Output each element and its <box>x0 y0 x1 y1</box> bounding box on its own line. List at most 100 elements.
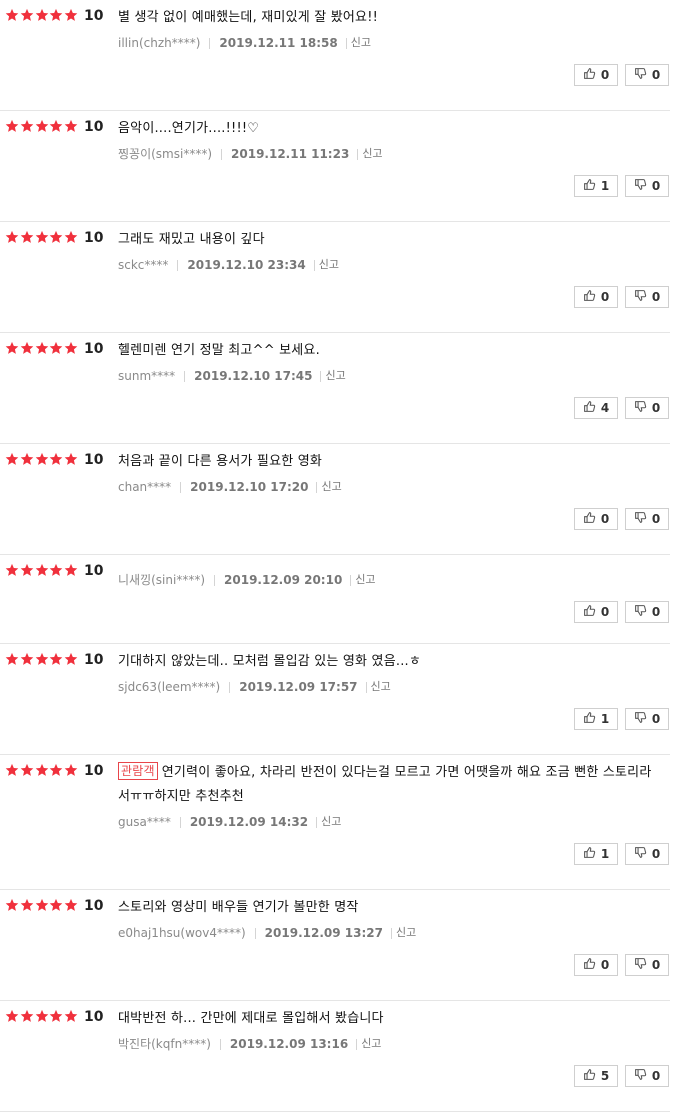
dislike-button[interactable]: 0 <box>625 708 669 730</box>
divider <box>356 1038 358 1050</box>
reviewer-id[interactable]: sjdc63(leem****) <box>118 679 220 695</box>
report-link[interactable]: 신고 <box>325 368 345 384</box>
review-item: 10 별 생각 없이 예매했는데, 재미있게 잘 봤어요!! illin(chzh*… <box>0 0 670 111</box>
star-icon <box>5 898 20 912</box>
star-rating <box>5 1008 79 1024</box>
reviewer-id[interactable]: 니새낑(sini****) <box>118 572 205 588</box>
reviewer-id[interactable]: sckc**** <box>118 257 168 273</box>
report-link[interactable]: 신고 <box>396 925 416 941</box>
star-icon <box>20 119 35 133</box>
star-icon <box>49 230 64 244</box>
dislike-button[interactable]: 0 <box>625 1065 669 1087</box>
report-link[interactable]: 신고 <box>321 479 341 495</box>
report-link[interactable]: 신고 <box>351 35 371 51</box>
like-button[interactable]: 0 <box>574 64 618 86</box>
like-button[interactable]: 1 <box>574 843 618 865</box>
report-link[interactable]: 신고 <box>321 814 341 830</box>
like-button[interactable]: 0 <box>574 508 618 530</box>
star-icon <box>49 763 64 777</box>
like-button[interactable]: 0 <box>574 601 618 623</box>
reviewer-id[interactable]: gusa**** <box>118 814 171 830</box>
thumbs-up-icon <box>583 846 601 862</box>
reviewer-id[interactable]: 박진타(kqfn****) <box>118 1036 211 1052</box>
thumbs-down-icon <box>634 400 652 416</box>
review-item: 10 그래도 재밌고 내용이 깊다 sckc**** 2019.12.10 23:34… <box>0 222 670 333</box>
thumbs-up-icon <box>583 957 601 973</box>
reviewer-id[interactable]: 찡꽁이(smsi****) <box>118 146 212 162</box>
dislike-button[interactable]: 0 <box>625 64 669 86</box>
divider <box>254 927 256 939</box>
divider <box>184 370 186 382</box>
star-rating <box>5 7 79 23</box>
review-text: 처음과 끝이 다른 용서가 필요한 영화 <box>118 450 663 474</box>
report-link[interactable]: 신고 <box>361 1036 381 1052</box>
review-body: 스토리와 영상미 배우들 연기가 볼만한 명작 <box>118 900 359 915</box>
report-link[interactable]: 신고 <box>362 146 382 162</box>
review-text: 별 생각 없이 예매했는데, 재미있게 잘 봤어요!! <box>118 6 663 30</box>
dislike-button[interactable]: 0 <box>625 397 669 419</box>
star-icon <box>20 230 35 244</box>
star-icon <box>5 652 20 666</box>
vote-buttons: 40 <box>574 397 671 419</box>
like-count: 1 <box>600 179 610 193</box>
thumbs-down-icon <box>634 178 652 194</box>
review-item: 10 니새낑(sini****) 2019.12.09 20:10 신고 0 0 <box>0 555 670 644</box>
reviewer-id[interactable]: e0haj1hsu(wov4****) <box>118 925 246 941</box>
dislike-button[interactable]: 0 <box>625 508 669 530</box>
divider <box>221 148 223 160</box>
dislike-button[interactable]: 0 <box>625 286 669 308</box>
reviewer-id[interactable]: illin(chzh****) <box>118 35 200 51</box>
like-button[interactable]: 4 <box>574 397 618 419</box>
review-meta: 박진타(kqfn****) 2019.12.09 13:16 신고 <box>118 1036 381 1052</box>
review-item: 10 처음과 끝이 다른 용서가 필요한 영화 chan**** 2019.12.10… <box>0 444 670 555</box>
dislike-count: 0 <box>651 847 661 861</box>
divider <box>179 816 181 828</box>
dislike-button[interactable]: 0 <box>625 843 669 865</box>
vote-buttons: 00 <box>574 601 671 623</box>
dislike-button[interactable]: 0 <box>625 175 669 197</box>
like-button[interactable]: 5 <box>574 1065 618 1087</box>
star-rating <box>5 651 79 667</box>
like-button[interactable]: 0 <box>574 954 618 976</box>
like-button[interactable]: 1 <box>574 708 618 730</box>
thumbs-up-icon <box>583 604 601 620</box>
star-icon <box>5 452 20 466</box>
thumbs-down-icon <box>634 604 652 620</box>
reviewer-id[interactable]: chan**** <box>118 479 171 495</box>
like-button[interactable]: 0 <box>574 286 618 308</box>
report-link[interactable]: 신고 <box>355 572 375 588</box>
report-link[interactable]: 신고 <box>319 257 339 273</box>
dislike-count: 0 <box>651 1069 661 1083</box>
star-icon <box>64 1009 79 1023</box>
rating-score: 10 <box>84 230 104 246</box>
star-icon <box>49 563 64 577</box>
review-text: 그래도 재밌고 내용이 깊다 <box>118 228 663 252</box>
star-icon <box>20 1009 35 1023</box>
review-date: 2019.12.11 18:58 <box>219 36 338 50</box>
divider <box>209 37 211 49</box>
vote-buttons: 10 <box>574 708 671 730</box>
like-button[interactable]: 1 <box>574 175 618 197</box>
divider <box>350 574 352 586</box>
dislike-count: 0 <box>651 712 661 726</box>
rating-score: 10 <box>84 452 104 468</box>
dislike-button[interactable]: 0 <box>625 954 669 976</box>
review-date: 2019.12.09 13:16 <box>229 1037 349 1051</box>
review-date: 2019.12.10 17:20 <box>190 480 309 494</box>
review-meta: chan**** 2019.12.10 17:20 신고 <box>118 479 342 495</box>
viewer-badge: 관람객 <box>118 762 158 780</box>
review-item: 10 대박반전 하... 간만에 제대로 몰입해서 봤습니다 박진타(kqfn***… <box>0 1001 670 1112</box>
star-icon <box>5 8 20 22</box>
reviewer-id[interactable]: sunm**** <box>118 368 175 384</box>
star-icon <box>5 1009 20 1023</box>
review-meta: sjdc63(leem****) 2019.12.09 17:57 신고 <box>118 679 391 695</box>
divider <box>316 816 318 828</box>
report-link[interactable]: 신고 <box>371 679 391 695</box>
rating-score: 10 <box>84 652 104 668</box>
vote-buttons: 10 <box>574 175 671 197</box>
star-icon <box>20 763 35 777</box>
dislike-button[interactable]: 0 <box>625 601 669 623</box>
thumbs-up-icon <box>583 711 601 727</box>
divider <box>316 481 318 493</box>
dislike-count: 0 <box>651 290 661 304</box>
